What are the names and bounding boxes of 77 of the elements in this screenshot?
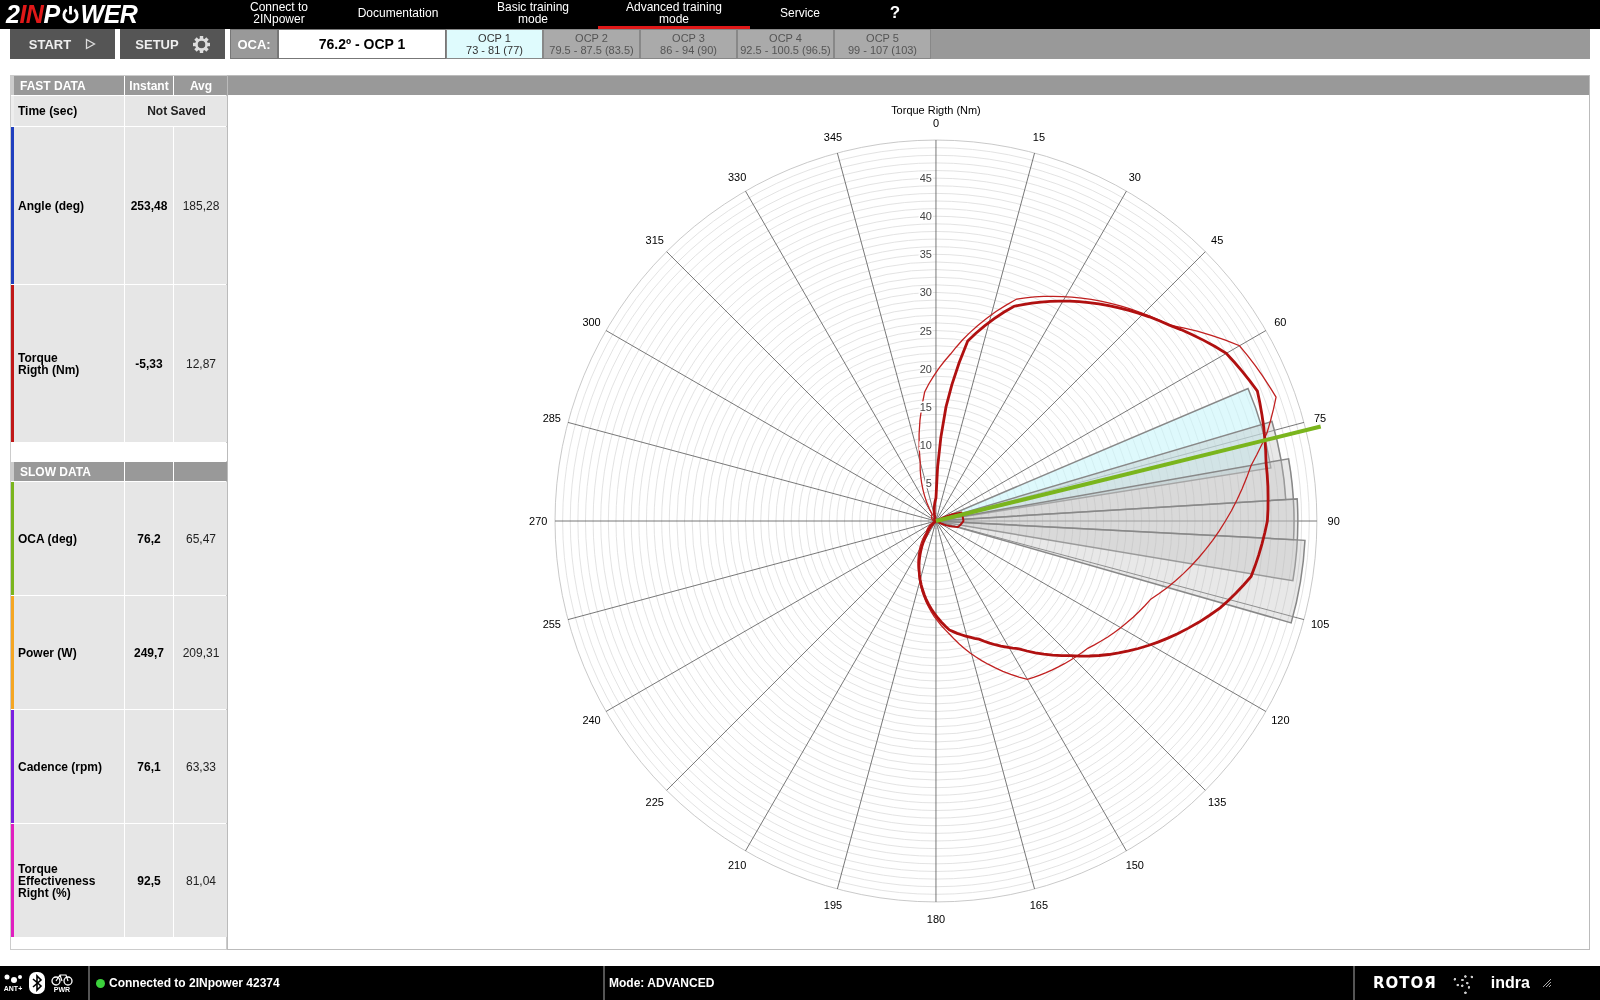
chart-title: Torque Rigth (Nm): [891, 103, 981, 116]
start-button[interactable]: START: [10, 29, 115, 59]
oca-label: OCA:: [230, 29, 278, 59]
setup-button[interactable]: SETUP: [120, 29, 225, 59]
partner-logo: indra: [1490, 974, 1530, 992]
angle-label: 240: [582, 713, 601, 726]
row-label: Power (W): [11, 596, 124, 709]
oca-value: 76.2º - OCP 1: [278, 29, 446, 59]
table-cell: 63,33: [174, 710, 228, 823]
column-header: FAST DATA: [11, 76, 124, 95]
table-cell: 92,5: [125, 824, 173, 937]
table-cell: -5,33: [125, 285, 173, 442]
table-cell: 249,7: [125, 596, 173, 709]
radial-label: 25: [919, 324, 932, 337]
angle-label: 330: [727, 170, 747, 183]
angle-label: 45: [1211, 233, 1224, 246]
column-header: Avg: [174, 76, 228, 95]
ocp-tab[interactable]: OCP 1 73 - 81 (77): [446, 29, 543, 59]
mode-label: Mode: ADVANCED: [609, 976, 715, 990]
table-cell: 76,1: [125, 710, 173, 823]
radial-label: 10: [919, 438, 932, 451]
row-label: Angle (deg): [11, 127, 124, 284]
nav-tab[interactable]: ?: [850, 0, 940, 29]
table-cell: 12,87: [174, 285, 228, 442]
radial-label: 5: [925, 476, 932, 489]
angle-label: 105: [1310, 617, 1330, 630]
bluetooth-icon: [29, 972, 45, 994]
brand-logo: ROTOЯ: [1373, 974, 1437, 992]
angle-label: 180: [926, 912, 946, 925]
angle-label: 315: [645, 233, 664, 246]
row-label: Torque Rigth (Nm): [11, 285, 124, 442]
table-cell: 185,28: [174, 127, 228, 284]
angle-label: 195: [823, 899, 843, 912]
row-label: Cadence (rpm): [11, 710, 124, 823]
power-icon: [60, 5, 80, 24]
angle-label: 30: [1128, 170, 1141, 183]
nav-tab[interactable]: Connect to 2INpower: [230, 0, 328, 29]
settings-icon: [192, 35, 210, 53]
radial-label: 20: [919, 362, 932, 375]
angle-label: 135: [1208, 796, 1227, 809]
connection-status: Connected to 2INpower 42374: [109, 976, 280, 990]
angle-label: 75: [1314, 412, 1327, 425]
angle-label: 285: [542, 412, 561, 425]
angle-label: 300: [582, 316, 601, 329]
row-label: OCA (deg): [11, 482, 124, 595]
angle-label: 270: [529, 515, 548, 527]
radial-label: 40: [919, 210, 932, 223]
table-cell: 65,47: [174, 482, 228, 595]
nav-tab[interactable]: Basic training mode: [468, 0, 598, 29]
angle-label: 255: [542, 617, 561, 630]
radial-label: 35: [919, 248, 932, 261]
logo: 2INP WER: [4, 0, 139, 29]
table-cell: Not Saved: [125, 96, 228, 126]
resize-grip-icon: [1541, 978, 1552, 988]
angle-label: 0: [932, 117, 939, 130]
radial-label: 45: [919, 172, 932, 185]
nav-tab[interactable]: Documentation: [328, 0, 468, 29]
table-cell: 253,48: [125, 127, 173, 284]
play-icon: [85, 38, 97, 50]
table-cell: 76,2: [125, 482, 173, 595]
angle-label: 120: [1271, 713, 1290, 726]
angle-label: 15: [1032, 130, 1045, 143]
column-header: Instant: [125, 76, 173, 95]
nav-tab[interactable]: Service: [750, 0, 850, 29]
angle-label: 345: [823, 130, 843, 143]
table-cell: 81,04: [174, 824, 228, 937]
angle-label: 165: [1029, 899, 1049, 912]
angle-label: 210: [727, 859, 747, 872]
table-cell: 209,31: [174, 596, 228, 709]
radial-label: 30: [919, 286, 932, 299]
angle-label: 150: [1125, 859, 1144, 872]
angle-label: 60: [1274, 316, 1287, 329]
angle-label: 90: [1327, 515, 1340, 527]
column-header: SLOW DATA: [11, 462, 124, 481]
angle-label: 225: [645, 796, 664, 809]
row-label: Torque Effectiveness Right (%): [11, 824, 124, 937]
row-label: Time (sec): [11, 96, 124, 126]
